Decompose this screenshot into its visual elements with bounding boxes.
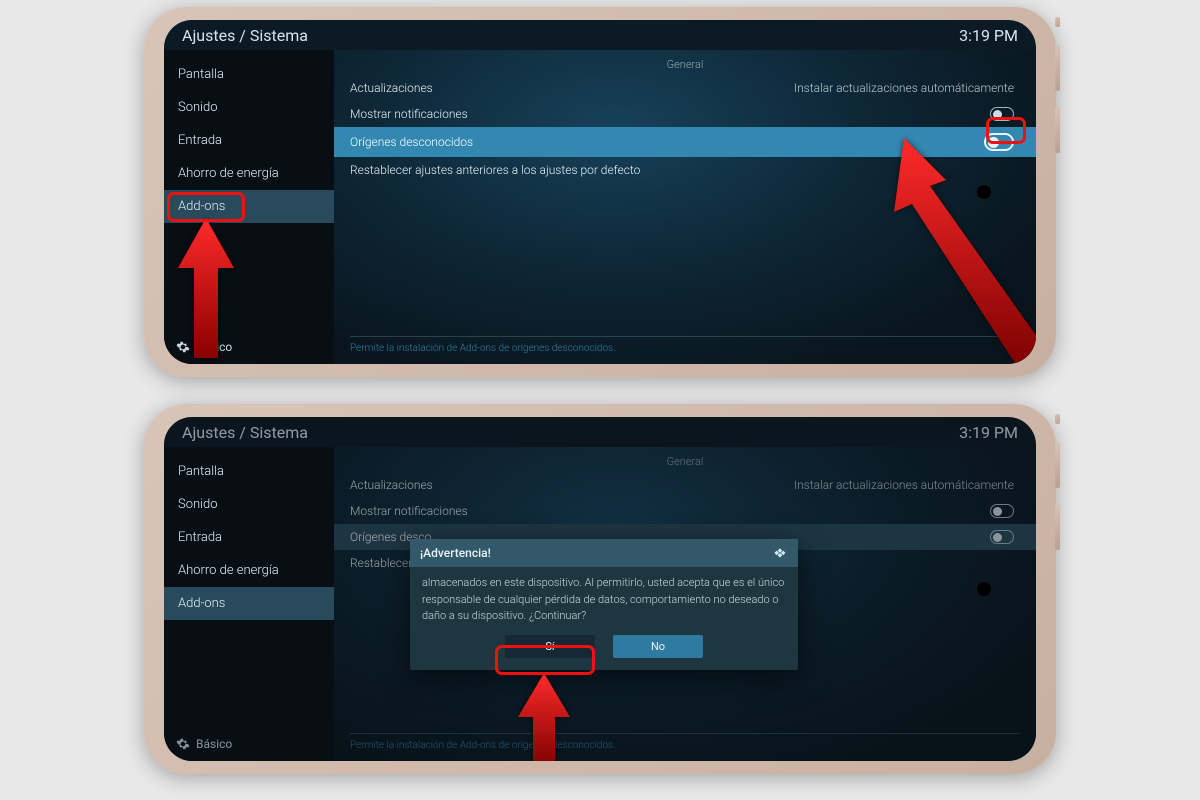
dialog-title: ¡Advertencia! [420, 546, 491, 560]
row-reset-defaults-label: Restablecer ajustes anteriores a los aju… [350, 163, 640, 177]
sidebar-item-pantalla[interactable]: Pantalla [164, 455, 334, 488]
arrow-toggle [882, 138, 1036, 364]
clock: 3:19 PM [959, 26, 1018, 45]
section-title: General [334, 447, 1036, 472]
settings-level-label: Básico [196, 737, 232, 751]
breadcrumb: Ajustes / Sistema [182, 26, 308, 45]
sidebar-item-entrada[interactable]: Entrada [164, 124, 334, 157]
app-header: Ajustes / Sistema 3:19 PM [164, 20, 1036, 50]
arrow-yes [518, 673, 570, 761]
app-header: Ajustes / Sistema 3:19 PM [164, 417, 1036, 447]
sidebar-item-addons[interactable]: Add-ons [164, 587, 334, 620]
row-unknown-sources-label: Orígenes desconocidos [350, 135, 473, 149]
settings-level-button[interactable]: Básico [164, 727, 334, 761]
warning-dialog: ¡Advertencia! almacenados en este dispos… [410, 539, 798, 670]
toggle-unknown-sources[interactable] [990, 530, 1014, 544]
sidebar-item-ahorro-energia[interactable]: Ahorro de energía [164, 554, 334, 587]
help-text: Permite la instalación de Add-ons de orí… [350, 733, 1020, 751]
dialog-header: ¡Advertencia! [410, 539, 798, 567]
breadcrumb: Ajustes / Sistema [182, 423, 308, 442]
row-notifications-label: Mostrar notificaciones [350, 107, 468, 121]
sidebar-item-ahorro-energia[interactable]: Ahorro de energía [164, 157, 334, 190]
phone-frame-top: Ajustes / Sistema 3:19 PM Pantalla Sonid… [144, 7, 1056, 377]
dialog-yes-button[interactable]: Sí [505, 635, 595, 658]
row-notifications[interactable]: Mostrar notificaciones [334, 498, 1036, 524]
arrow-addons [178, 218, 234, 358]
phone-side-buttons [1056, 404, 1060, 774]
dialog-body: almacenados en este dispositivo. Al perm… [410, 567, 798, 635]
row-updates-label: Actualizaciones [350, 478, 433, 492]
row-updates-label: Actualizaciones [350, 81, 433, 95]
sidebar-item-pantalla[interactable]: Pantalla [164, 58, 334, 91]
sidebar-item-sonido[interactable]: Sonido [164, 488, 334, 521]
phone-frame-bottom: Ajustes / Sistema 3:19 PM Pantalla Sonid… [144, 404, 1056, 774]
row-updates-value: Instalar actualizaciones automáticamente [794, 478, 1014, 492]
toggle-notifications[interactable] [990, 504, 1014, 518]
toggle-notifications[interactable] [990, 107, 1014, 121]
row-notifications-label: Mostrar notificaciones [350, 504, 468, 518]
row-updates-value: Instalar actualizaciones automáticamente [794, 81, 1014, 95]
row-updates[interactable]: Actualizaciones Instalar actualizaciones… [334, 75, 1036, 101]
kodi-icon [772, 545, 788, 561]
dialog-no-button[interactable]: No [613, 635, 703, 658]
row-updates[interactable]: Actualizaciones Instalar actualizaciones… [334, 472, 1036, 498]
screen-bottom: Ajustes / Sistema 3:19 PM Pantalla Sonid… [164, 417, 1036, 761]
phone-side-buttons [1056, 7, 1060, 377]
section-title: General [334, 50, 1036, 75]
screen-top: Ajustes / Sistema 3:19 PM Pantalla Sonid… [164, 20, 1036, 364]
camera-hole [977, 582, 991, 596]
sidebar-item-entrada[interactable]: Entrada [164, 521, 334, 554]
settings-sidebar: Pantalla Sonido Entrada Ahorro de energí… [164, 447, 334, 761]
gear-icon [176, 737, 190, 751]
sidebar-item-sonido[interactable]: Sonido [164, 91, 334, 124]
row-notifications[interactable]: Mostrar notificaciones [334, 101, 1036, 127]
clock: 3:19 PM [959, 423, 1018, 442]
